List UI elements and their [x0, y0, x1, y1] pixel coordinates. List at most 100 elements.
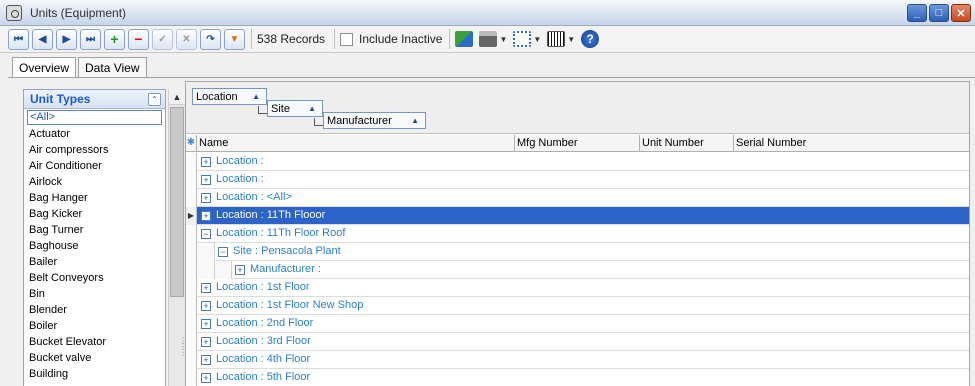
tab-overview[interactable]: Overview — [12, 57, 77, 78]
tab-content: Unit Types ⌃ <All> Actuator Air compressor… — [8, 77, 975, 386]
grid-group-row[interactable]: − Site : Pensacola Plant — [186, 243, 969, 261]
current-row-indicator-icon[interactable]: ▶ — [186, 207, 197, 225]
barcode-icon — [547, 31, 566, 47]
previous-record-button[interactable]: ◀ — [32, 28, 53, 50]
unit-type-item[interactable]: Bailer — [24, 254, 165, 270]
grid-group-row[interactable]: + Location : 4th Floor — [186, 351, 969, 369]
row-indicator[interactable] — [186, 279, 197, 297]
group-chip-location[interactable]: Location ▲ — [192, 88, 267, 105]
unit-type-item[interactable]: Bucket valve — [24, 350, 165, 366]
sort-asc-icon: ▲ — [252, 92, 260, 101]
row-indicator[interactable] — [186, 153, 197, 171]
row-indicator[interactable] — [186, 261, 197, 279]
unit-type-item[interactable]: Building — [24, 366, 165, 382]
unit-type-item[interactable]: Bag Hanger — [24, 190, 165, 206]
unit-type-item[interactable]: Baghouse — [24, 238, 165, 254]
unit-type-item[interactable]: Air compressors — [24, 142, 165, 158]
last-record-button[interactable]: ⏭ — [80, 28, 101, 50]
app-icon — [6, 4, 22, 21]
column-header-serial-number[interactable]: Serial Number — [734, 135, 969, 152]
expand-icon[interactable]: + — [201, 175, 211, 185]
dropdown-caret-icon: ▼ — [499, 34, 508, 44]
grid-group-row[interactable]: + Location : 1st Floor — [186, 279, 969, 297]
unit-type-item[interactable]: Bag Turner — [24, 222, 165, 238]
expand-icon[interactable]: + — [201, 319, 211, 329]
grid-group-row[interactable]: ▶ + Location : 11Th Flooor — [186, 207, 969, 225]
include-inactive-checkbox[interactable] — [340, 32, 354, 46]
row-indicator[interactable] — [186, 297, 197, 315]
row-indicator[interactable] — [186, 333, 197, 351]
expand-icon[interactable]: + — [201, 373, 211, 383]
grid-group-row[interactable]: + Location : 2nd Floor — [186, 315, 969, 333]
grid-group-row[interactable]: + Location : — [186, 171, 969, 189]
expand-icon[interactable]: + — [235, 265, 245, 275]
expand-icon[interactable]: + — [201, 211, 211, 221]
add-record-button[interactable]: + — [104, 28, 125, 50]
unit-type-item[interactable]: Actuator — [24, 126, 165, 142]
row-indicator[interactable] — [186, 369, 197, 386]
unit-type-item[interactable]: Belt Conveyors — [24, 270, 165, 286]
grid-group-row[interactable]: − Location : 11Th Floor Roof — [186, 225, 969, 243]
help-icon[interactable]: ? — [581, 30, 600, 48]
export-button[interactable] — [455, 31, 474, 47]
indent-spacer — [215, 261, 232, 279]
expand-icon[interactable]: + — [201, 355, 211, 365]
barcode-button[interactable]: ▼ — [547, 31, 575, 47]
grid-group-row[interactable]: + Location : <All> — [186, 189, 969, 207]
refresh-button[interactable]: ↷ — [200, 28, 221, 50]
row-indicator[interactable] — [186, 189, 197, 207]
row-indicator[interactable] — [186, 225, 197, 243]
collapse-icon[interactable]: − — [218, 247, 228, 257]
first-record-button[interactable]: ⏮ — [8, 28, 29, 50]
column-header-mfg-number[interactable]: Mfg Number — [515, 135, 640, 152]
unit-type-item[interactable]: Air Conditioner — [24, 158, 165, 174]
tab-data-view[interactable]: Data View — [78, 57, 147, 77]
unit-type-item[interactable]: Boiler — [24, 318, 165, 334]
group-chip-site[interactable]: Site ▲ — [267, 100, 323, 117]
post-edit-button[interactable]: ✓ — [152, 28, 173, 50]
scrollbar-thumb[interactable] — [170, 107, 184, 297]
unit-type-item[interactable]: <All> — [27, 110, 162, 125]
collapse-icon[interactable]: ⌃ — [148, 93, 161, 106]
unit-type-item[interactable]: Blender — [24, 302, 165, 318]
close-button[interactable]: ✕ — [951, 4, 971, 22]
row-indicator[interactable] — [186, 171, 197, 189]
unit-type-item[interactable]: Bucket Elevator — [24, 334, 165, 350]
printer-icon — [479, 31, 498, 47]
expand-icon[interactable]: + — [201, 157, 211, 167]
grid-group-row[interactable]: + Location : 5th Floor — [186, 369, 969, 386]
unit-types-panel: Unit Types ⌃ <All> Actuator Air compressor… — [16, 86, 186, 386]
filter-button[interactable]: ▼ — [224, 28, 245, 50]
scroll-up-icon[interactable]: ▲ — [169, 89, 185, 105]
maximize-button[interactable]: □ — [929, 4, 949, 22]
expand-icon[interactable]: + — [201, 283, 211, 293]
grid-rows: + Location : + Location : + Location : <All> ▶… — [186, 153, 969, 386]
unit-type-item[interactable]: Bag Kicker — [24, 206, 165, 222]
grid-group-row[interactable]: + Location : 3rd Floor — [186, 333, 969, 351]
unit-type-item[interactable]: Airlock — [24, 174, 165, 190]
row-indicator[interactable] — [186, 315, 197, 333]
next-record-button[interactable]: ▶ — [56, 28, 77, 50]
cancel-edit-button[interactable]: ✕ — [176, 28, 197, 50]
grid-column-header: ✱ Name Mfg Number Unit Number Serial Num… — [186, 135, 969, 152]
row-indicator[interactable] — [186, 351, 197, 369]
print-button[interactable]: ▼ — [479, 31, 507, 47]
collapse-icon[interactable]: − — [201, 229, 211, 239]
select-columns-button[interactable]: ▼ — [513, 31, 541, 47]
unit-type-item[interactable]: Bin — [24, 286, 165, 302]
column-header-name[interactable]: Name — [197, 135, 515, 152]
grid-group-row[interactable]: + Manufacturer : — [186, 261, 969, 279]
group-chip-label: Location — [196, 90, 238, 103]
column-header-unit-number[interactable]: Unit Number — [640, 135, 734, 152]
grid-group-row[interactable]: + Location : 1st Floor New Shop — [186, 297, 969, 315]
dropdown-caret-icon: ▼ — [567, 34, 576, 44]
expand-icon[interactable]: + — [201, 337, 211, 347]
minimize-button[interactable]: _ — [907, 4, 927, 22]
expand-icon[interactable]: + — [201, 301, 211, 311]
splitter-handle[interactable]: ⋮ ⋮ ⋮ — [179, 337, 187, 358]
group-chip-manufacturer[interactable]: Manufacturer ▲ — [323, 112, 426, 129]
row-indicator[interactable] — [186, 243, 197, 261]
expand-icon[interactable]: + — [201, 193, 211, 203]
grid-group-row[interactable]: + Location : — [186, 153, 969, 171]
delete-record-button[interactable]: − — [128, 28, 149, 50]
